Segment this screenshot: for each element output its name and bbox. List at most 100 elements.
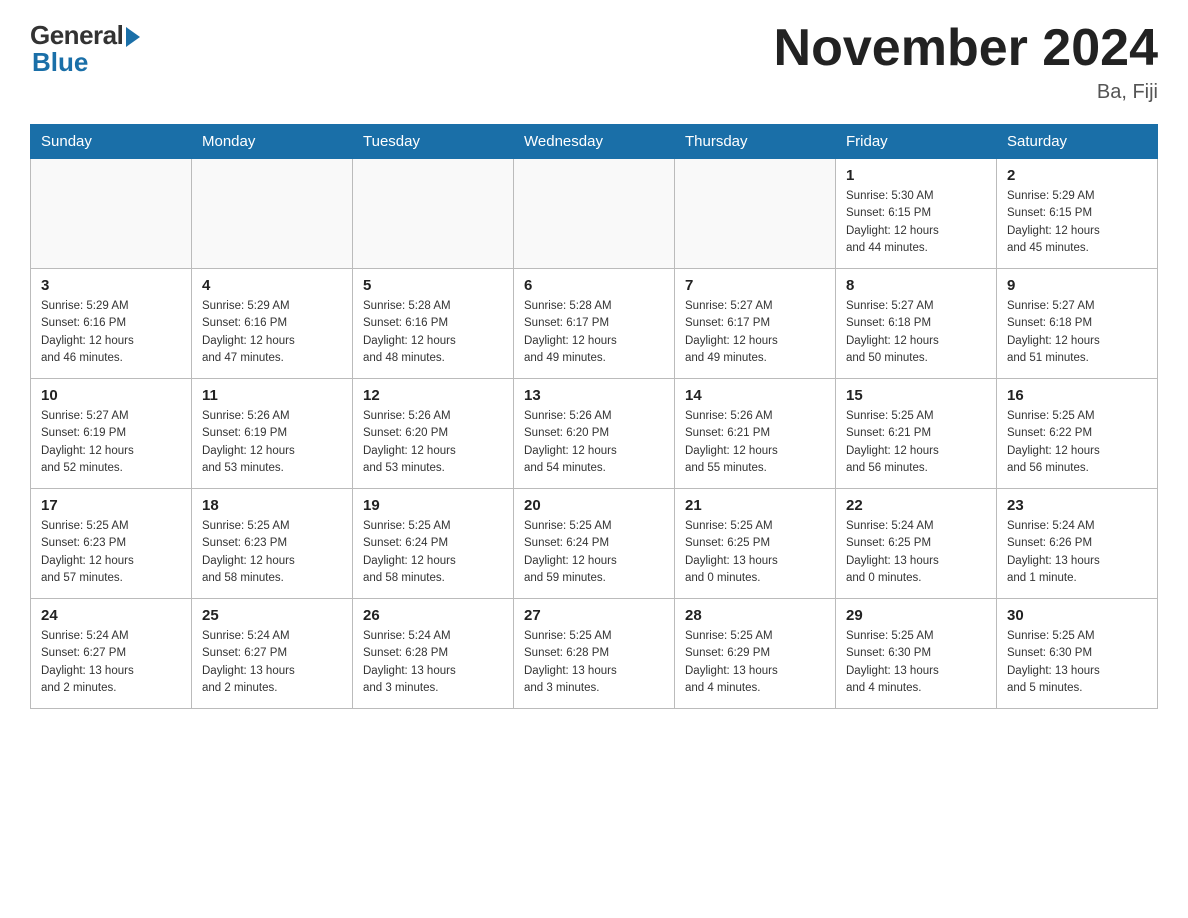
day-info: Sunrise: 5:24 AMSunset: 6:27 PMDaylight:… [202,628,342,697]
day-info: Sunrise: 5:26 AMSunset: 6:20 PMDaylight:… [524,408,664,477]
calendar-cell [353,159,514,269]
day-info: Sunrise: 5:25 AMSunset: 6:23 PMDaylight:… [202,518,342,587]
day-number: 26 [363,607,503,624]
calendar-cell: 29 Sunrise: 5:25 AMSunset: 6:30 PMDayligh… [836,599,997,709]
day-number: 6 [524,277,664,294]
weekday-header-sunday: Sunday [31,125,192,159]
day-number: 4 [202,277,342,294]
day-info: Sunrise: 5:24 AMSunset: 6:25 PMDaylight:… [846,518,986,587]
day-info: Sunrise: 5:29 AMSunset: 6:16 PMDaylight:… [202,298,342,367]
day-info: Sunrise: 5:25 AMSunset: 6:23 PMDaylight:… [41,518,181,587]
day-number: 24 [41,607,181,624]
day-info: Sunrise: 5:25 AMSunset: 6:30 PMDaylight:… [1007,628,1147,697]
logo-blue-text: Blue [32,47,88,78]
calendar-cell: 25 Sunrise: 5:24 AMSunset: 6:27 PMDayligh… [192,599,353,709]
day-number: 23 [1007,497,1147,514]
calendar-cell [31,159,192,269]
day-info: Sunrise: 5:25 AMSunset: 6:24 PMDaylight:… [363,518,503,587]
day-info: Sunrise: 5:30 AMSunset: 6:15 PMDaylight:… [846,188,986,257]
calendar-cell: 13 Sunrise: 5:26 AMSunset: 6:20 PMDayligh… [514,379,675,489]
day-number: 9 [1007,277,1147,294]
day-info: Sunrise: 5:24 AMSunset: 6:27 PMDaylight:… [41,628,181,697]
calendar-cell: 15Sunrise: 5:25 AMSunset: 6:21 PMDayligh… [836,379,997,489]
day-info: Sunrise: 5:26 AMSunset: 6:19 PMDaylight:… [202,408,342,477]
day-number: 27 [524,607,664,624]
month-title: November 2024 [774,20,1158,77]
day-number: 7 [685,277,825,294]
weekday-header-row: SundayMondayTuesdayWednesdayThursdayFrid… [31,125,1158,159]
calendar-cell: 23 Sunrise: 5:24 AMSunset: 6:26 PMDayligh… [997,489,1158,599]
calendar-week-3: 10 Sunrise: 5:27 AMSunset: 6:19 PMDayligh… [31,379,1158,489]
calendar-cell: 5 Sunrise: 5:28 AMSunset: 6:16 PMDaylight… [353,269,514,379]
weekday-header-wednesday: Wednesday [514,125,675,159]
calendar-week-1: 1 Sunrise: 5:30 AMSunset: 6:15 PMDaylight… [31,159,1158,269]
day-info: Sunrise: 5:25 AMSunset: 6:25 PMDaylight:… [685,518,825,587]
location-label: Ba, Fiji [774,81,1158,104]
day-number: 8 [846,277,986,294]
day-number: 5 [363,277,503,294]
weekday-header-friday: Friday [836,125,997,159]
calendar-week-4: 17 Sunrise: 5:25 AMSunset: 6:23 PMDayligh… [31,489,1158,599]
logo-arrow-icon [126,27,140,47]
day-info: Sunrise: 5:27 AMSunset: 6:18 PMDaylight:… [1007,298,1147,367]
day-info: Sunrise: 5:29 AMSunset: 6:16 PMDaylight:… [41,298,181,367]
calendar-cell: 12Sunrise: 5:26 AMSunset: 6:20 PMDayligh… [353,379,514,489]
calendar-cell: 1 Sunrise: 5:30 AMSunset: 6:15 PMDaylight… [836,159,997,269]
day-number: 11 [202,387,342,404]
day-number: 10 [41,387,181,404]
day-number: 22 [846,497,986,514]
day-number: 18 [202,497,342,514]
calendar-cell: 7Sunrise: 5:27 AMSunset: 6:17 PMDaylight… [675,269,836,379]
day-number: 30 [1007,607,1147,624]
day-number: 13 [524,387,664,404]
day-number: 12 [363,387,503,404]
calendar-cell: 2 Sunrise: 5:29 AMSunset: 6:15 PMDaylight… [997,159,1158,269]
calendar-cell: 28Sunrise: 5:25 AMSunset: 6:29 PMDayligh… [675,599,836,709]
calendar-cell: 16Sunrise: 5:25 AMSunset: 6:22 PMDayligh… [997,379,1158,489]
calendar-cell: 11 Sunrise: 5:26 AMSunset: 6:19 PMDayligh… [192,379,353,489]
calendar-cell: 9 Sunrise: 5:27 AMSunset: 6:18 PMDaylight… [997,269,1158,379]
day-info: Sunrise: 5:28 AMSunset: 6:16 PMDaylight:… [363,298,503,367]
logo: General Blue [30,20,140,78]
day-number: 17 [41,497,181,514]
day-number: 15 [846,387,986,404]
title-block: November 2024 Ba, Fiji [774,20,1158,104]
day-number: 20 [524,497,664,514]
day-info: Sunrise: 5:25 AMSunset: 6:30 PMDaylight:… [846,628,986,697]
day-info: Sunrise: 5:27 AMSunset: 6:19 PMDaylight:… [41,408,181,477]
calendar-cell [192,159,353,269]
calendar-cell: 8 Sunrise: 5:27 AMSunset: 6:18 PMDaylight… [836,269,997,379]
day-info: Sunrise: 5:24 AMSunset: 6:28 PMDaylight:… [363,628,503,697]
calendar-cell: 18 Sunrise: 5:25 AMSunset: 6:23 PMDayligh… [192,489,353,599]
day-info: Sunrise: 5:25 AMSunset: 6:28 PMDaylight:… [524,628,664,697]
day-number: 14 [685,387,825,404]
calendar-cell: 6 Sunrise: 5:28 AMSunset: 6:17 PMDaylight… [514,269,675,379]
day-number: 2 [1007,167,1147,184]
day-number: 28 [685,607,825,624]
day-number: 3 [41,277,181,294]
calendar-cell: 19 Sunrise: 5:25 AMSunset: 6:24 PMDayligh… [353,489,514,599]
day-number: 25 [202,607,342,624]
calendar-cell: 20 Sunrise: 5:25 AMSunset: 6:24 PMDayligh… [514,489,675,599]
day-info: Sunrise: 5:29 AMSunset: 6:15 PMDaylight:… [1007,188,1147,257]
calendar-cell: 30 Sunrise: 5:25 AMSunset: 6:30 PMDayligh… [997,599,1158,709]
day-number: 1 [846,167,986,184]
calendar-cell: 21Sunrise: 5:25 AMSunset: 6:25 PMDayligh… [675,489,836,599]
day-info: Sunrise: 5:27 AMSunset: 6:18 PMDaylight:… [846,298,986,367]
day-info: Sunrise: 5:26 AMSunset: 6:21 PMDaylight:… [685,408,825,477]
calendar-week-5: 24 Sunrise: 5:24 AMSunset: 6:27 PMDayligh… [31,599,1158,709]
day-info: Sunrise: 5:28 AMSunset: 6:17 PMDaylight:… [524,298,664,367]
day-number: 29 [846,607,986,624]
calendar-week-2: 3 Sunrise: 5:29 AMSunset: 6:16 PMDaylight… [31,269,1158,379]
day-info: Sunrise: 5:25 AMSunset: 6:24 PMDaylight:… [524,518,664,587]
day-number: 19 [363,497,503,514]
calendar-cell: 4 Sunrise: 5:29 AMSunset: 6:16 PMDaylight… [192,269,353,379]
calendar-cell: 22 Sunrise: 5:24 AMSunset: 6:25 PMDayligh… [836,489,997,599]
calendar-cell: 10 Sunrise: 5:27 AMSunset: 6:19 PMDayligh… [31,379,192,489]
weekday-header-tuesday: Tuesday [353,125,514,159]
day-number: 16 [1007,387,1147,404]
day-info: Sunrise: 5:24 AMSunset: 6:26 PMDaylight:… [1007,518,1147,587]
calendar-cell: 26 Sunrise: 5:24 AMSunset: 6:28 PMDayligh… [353,599,514,709]
calendar-cell: 24 Sunrise: 5:24 AMSunset: 6:27 PMDayligh… [31,599,192,709]
calendar-cell: 3 Sunrise: 5:29 AMSunset: 6:16 PMDaylight… [31,269,192,379]
